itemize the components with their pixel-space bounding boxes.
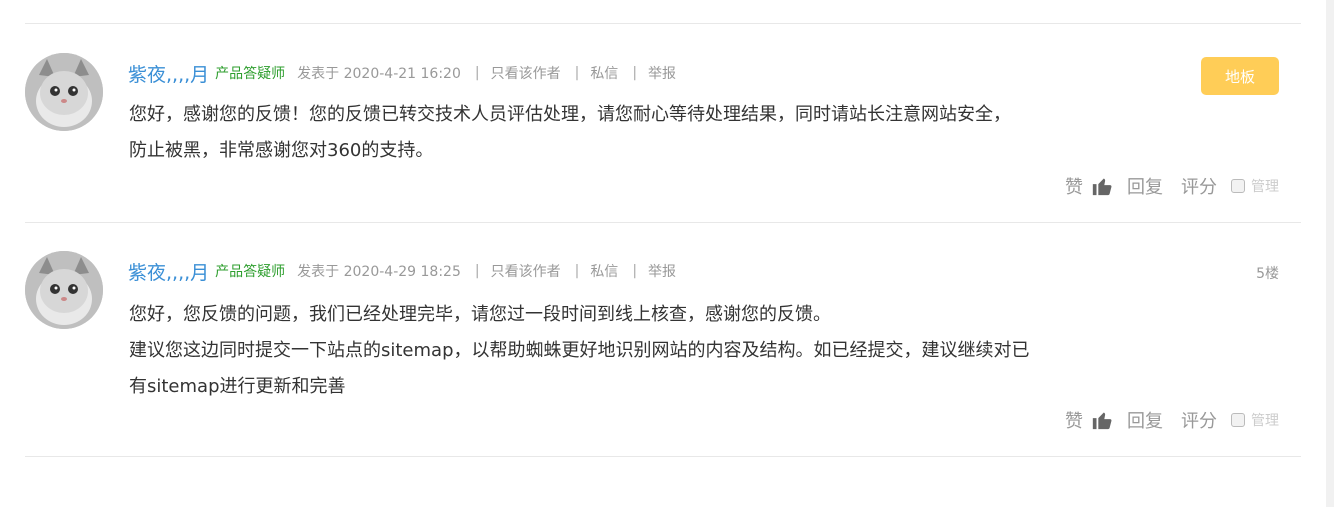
manage-checkbox[interactable] [1231,413,1245,427]
report-link[interactable]: 举报 [648,261,676,281]
avatar[interactable] [25,251,103,329]
thread-page: 紫夜,,,,月 产品答疑师 发表于 2020-4-21 16:20 | 只看该作… [0,0,1334,507]
post-actions: 赞 回复 评分 管理 [1065,173,1279,199]
reply-button[interactable]: 回复 [1127,173,1163,199]
divider [25,456,1301,457]
only-author-link[interactable]: 只看该作者 [491,261,561,281]
author-role: 产品答疑师 [215,66,286,82]
separator: | [474,65,480,81]
post-time: 发表于 2020-4-29 18:25 [297,264,461,280]
separator: | [574,263,580,279]
content-line: 您好，您反馈的问题，我们已经处理完毕，请您过一段时间到线上核查，感谢您的反馈。 [129,304,831,325]
author-role: 产品答疑师 [215,264,286,280]
private-message-link[interactable]: 私信 [590,63,618,83]
thumbs-up-icon[interactable] [1091,409,1113,431]
content-line: 建议您这边同时提交一下站点的sitemap，以帮助蜘蛛更好地识别网站的内容及结构… [129,340,1030,361]
post-actions: 赞 回复 评分 管理 [1065,407,1279,433]
avatar[interactable] [25,53,103,131]
post-content: 您好，您反馈的问题，我们已经处理完毕，请您过一段时间到线上核查，感谢您的反馈。 … [129,297,1279,405]
post-time: 发表于 2020-4-21 16:20 [297,66,461,82]
rate-button[interactable]: 评分 [1181,173,1217,199]
content-line: 防止被黑，非常感谢您对360的支持。 [129,140,434,161]
report-link[interactable]: 举报 [648,63,676,83]
manage-label[interactable]: 管理 [1251,176,1279,196]
post-meta: 紫夜,,,,月 产品答疑师 发表于 2020-4-21 16:20 | 只看该作… [128,60,676,87]
post-content: 您好，感谢您的反馈！您的反馈已转交技术人员评估处理，请您耐心等待处理结果，同时请… [129,97,1279,169]
separator: | [574,65,580,81]
divider [25,23,1301,24]
like-label[interactable]: 赞 [1065,173,1083,199]
separator: | [632,65,638,81]
reply-button[interactable]: 回复 [1127,407,1163,433]
post-meta: 紫夜,,,,月 产品答疑师 发表于 2020-4-29 18:25 | 只看该作… [128,258,676,285]
like-label[interactable]: 赞 [1065,407,1083,433]
author-name[interactable]: 紫夜,,,,月 [128,258,209,285]
only-author-link[interactable]: 只看该作者 [491,63,561,83]
floor-number[interactable]: 5楼 [1256,263,1279,283]
private-message-link[interactable]: 私信 [590,261,618,281]
scrollbar-track[interactable] [1326,0,1334,507]
thumbs-up-icon[interactable] [1091,175,1113,197]
divider [25,222,1301,223]
content-line: 您好，感谢您的反馈！您的反馈已转交技术人员评估处理，请您耐心等待处理结果，同时请… [129,104,1011,125]
rate-button[interactable]: 评分 [1181,407,1217,433]
manage-checkbox[interactable] [1231,179,1245,193]
separator: | [632,263,638,279]
manage-label[interactable]: 管理 [1251,410,1279,430]
author-name[interactable]: 紫夜,,,,月 [128,60,209,87]
floor-badge[interactable]: 地板 [1201,57,1279,95]
separator: | [474,263,480,279]
content-line: 有sitemap进行更新和完善 [129,376,346,397]
